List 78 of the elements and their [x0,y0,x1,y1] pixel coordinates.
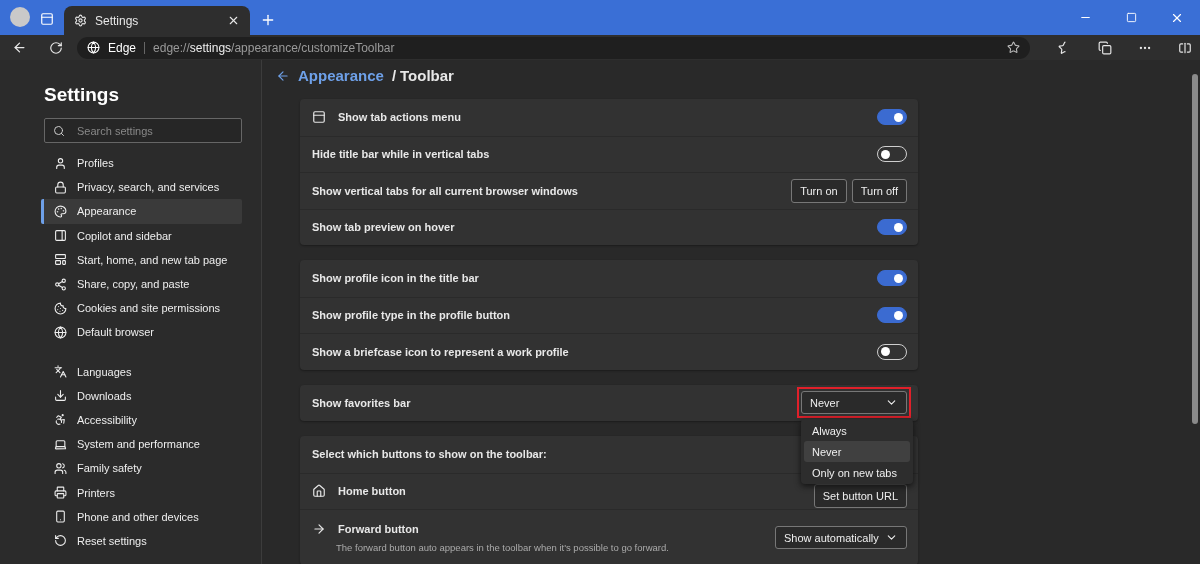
panel-icon [54,229,67,243]
printer-icon [54,486,67,500]
scrollbar[interactable] [1192,74,1198,424]
sidebar-item[interactable]: Share, copy, and paste [41,271,242,297]
gear-icon [74,14,87,27]
close-icon[interactable] [227,14,240,27]
setting-label: Show tab actions menu [338,111,461,124]
back-icon[interactable] [276,68,290,83]
setting-label: Show profile type in the profile button [312,309,510,322]
sidebar-item[interactable]: Appearance [41,199,242,224]
action-button[interactable]: Turn off [851,178,907,203]
dropdown[interactable]: Never [801,391,907,415]
menu-item[interactable]: Always [804,420,910,442]
setting-label: Show favorites bar [312,396,411,409]
setting-label: Show profile icon in the title bar [312,272,479,285]
layout-icon [54,253,67,267]
lock-icon [54,180,67,194]
sidebar-item[interactable]: Start, home, and new tab page [41,247,242,272]
sidebar-icon[interactable] [1178,40,1192,55]
sidebar-item[interactable]: Copilot and sidebar [41,223,242,248]
setting-label: Show a briefcase icon to represent a work profile [312,345,569,358]
setting-label: Select which buttons to show on the toolbar: [312,448,547,461]
users-icon [54,461,67,475]
sidebar-item[interactable]: Phone and other devices [41,504,242,529]
share-icon [54,277,67,291]
laptop-icon [54,437,67,451]
page-title: Toolbar [400,67,454,84]
download-icon [54,389,67,403]
sidebar-item[interactable]: Languages [41,359,242,384]
search-field[interactable]: Search settings [75,123,233,138]
menu-item[interactable]: Only on new tabs [804,462,910,484]
globe-icon [54,325,67,339]
sidebar-item[interactable]: Privacy, search, and services [41,175,242,200]
setting-label: Forward button [338,523,419,535]
phone-icon [54,510,67,524]
toggle-switch[interactable] [877,270,907,287]
collections-icon[interactable] [1098,40,1112,55]
star-icon[interactable] [1007,41,1020,54]
dropdown[interactable]: Show automatically [775,526,907,549]
globe-icon [87,41,100,54]
sidebar-item[interactable]: Profiles [41,151,242,176]
reset-icon [54,534,67,548]
sidebar-item[interactable]: Reset settings [41,528,242,553]
search-icon [53,124,65,137]
sidebar-title: Settings [44,84,120,106]
menu-item[interactable]: Never [804,441,910,463]
tab-actions-icon[interactable] [40,12,54,26]
toggle-switch[interactable] [877,109,907,126]
back-icon[interactable] [12,40,27,55]
search-box[interactable]: Search settings [44,118,242,143]
breadcrumb-link[interactable]: Appearance [298,67,384,84]
breadcrumb-separator: / [391,67,397,84]
person-icon [54,156,67,170]
sidebar-item[interactable]: Printers [41,480,242,505]
sidebar-item[interactable]: Downloads [41,383,242,408]
setting-description: The forward button auto appears in the toolbar when it's possible to go forward. [335,542,670,553]
setting-label: Hide title bar while in vertical tabs [312,148,490,161]
action-button[interactable]: Turn on [791,178,847,203]
browser-tab[interactable]: Settings [64,6,250,35]
toggle-switch[interactable] [877,307,907,324]
refresh-icon[interactable] [49,40,63,55]
setting-label: Show tab preview on hover [312,221,455,234]
address-bar[interactable]: Edge edge://settings/appearance/customizeToolbar [77,36,1030,59]
new-tab-icon[interactable] [260,12,276,28]
sidebar-item[interactable]: System and performance [41,432,242,457]
sidebar-item[interactable]: Accessibility [41,407,242,433]
sidebar-item[interactable]: Default browser [41,320,242,345]
palette-icon [54,204,67,218]
toggle-switch[interactable] [877,219,907,236]
setting-label: Home button [338,485,406,498]
cookie-icon [54,301,67,315]
sidebar-item[interactable]: Family safety [41,456,242,481]
accessibility-icon [54,413,67,427]
sidebar-item[interactable]: Cookies and site permissions [41,296,242,321]
setting-label: Show vertical tabs for all current browser windows [312,184,578,197]
action-button[interactable]: Set button URL [813,484,907,509]
profile-avatar[interactable] [10,7,30,27]
languages-icon [54,365,67,379]
